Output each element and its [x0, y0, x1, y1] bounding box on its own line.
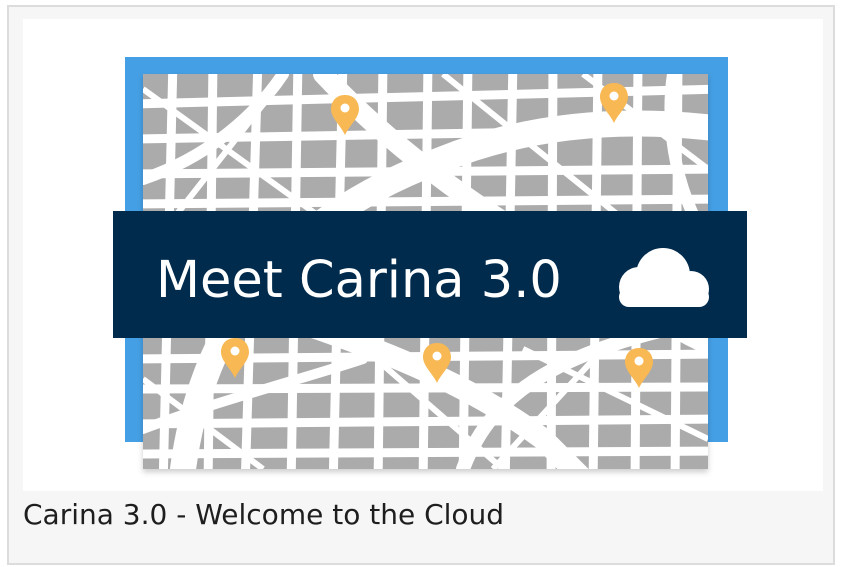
- hero-illustration: Meet Carina 3.0: [113, 57, 747, 469]
- banner-title: Meet Carina 3.0: [156, 251, 562, 310]
- hero-image[interactable]: Meet Carina 3.0: [23, 19, 823, 491]
- article-card: Meet Carina 3.0 Carina 3.0 - Welcome to …: [7, 5, 835, 565]
- image-caption: Carina 3.0 - Welcome to the Cloud: [23, 498, 505, 531]
